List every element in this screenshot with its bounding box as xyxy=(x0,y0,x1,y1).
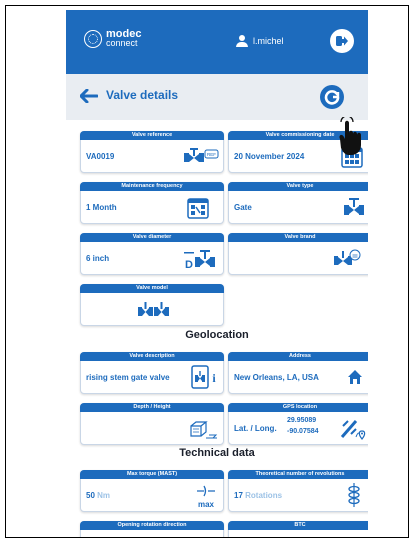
card-label: Valve diameter xyxy=(80,233,224,242)
refresh-button[interactable] xyxy=(320,85,344,109)
app-screen: modec connect l.michel Valve details Val… xyxy=(66,10,368,537)
screenshot-frame: modec connect l.michel Valve details Val… xyxy=(5,5,409,538)
card-label: BTC xyxy=(228,521,368,530)
section-geolocation: Geolocation xyxy=(185,329,249,341)
description-icon: i xyxy=(191,365,216,389)
card-valve-type: Valve type Gate xyxy=(228,182,368,224)
card-value: rising stem gate valve xyxy=(86,373,170,382)
card-value: New Orleans, LA, USA xyxy=(234,373,319,382)
diameter-icon: D xyxy=(184,250,215,271)
logo-mark-icon xyxy=(84,30,102,48)
card-depth-height: Depth / Height xyxy=(80,403,224,445)
card-value: 17 Rotations xyxy=(234,491,282,500)
hand-pointer-icon xyxy=(339,117,361,155)
torque-unit: Nm xyxy=(97,491,111,500)
top-bar: modec connect l.michel xyxy=(66,10,368,74)
card-theoretical-revolutions: Theoretical number of revolutions 17 Rot… xyxy=(228,470,368,512)
ref-badge-text: REF xyxy=(207,152,216,157)
card-label: Valve brand xyxy=(228,233,368,242)
card-value: VA0019 xyxy=(86,152,115,161)
user-menu[interactable]: l.michel xyxy=(236,35,284,47)
valve-ref-icon: REF xyxy=(184,148,219,162)
diameter-badge-text: D xyxy=(185,259,193,271)
card-label: Valve description xyxy=(80,352,224,361)
revolutions-value: 17 xyxy=(234,491,243,500)
max-badge-text: max xyxy=(198,500,215,509)
logout-button[interactable] xyxy=(330,29,354,53)
card-btc: BTC xyxy=(228,521,368,537)
back-arrow-icon[interactable] xyxy=(80,89,98,103)
gps-latitude: 29.95089 xyxy=(287,417,317,424)
card-valve-model: Valve model xyxy=(80,284,224,326)
card-max-torque: Max torque (MAST) 50 Nm max xyxy=(80,470,224,512)
card-label: Depth / Height xyxy=(80,403,224,412)
calendar-repeat-icon xyxy=(187,198,209,219)
card-value: 1 Month xyxy=(86,203,117,212)
section-technical-data: Technical data xyxy=(179,447,255,459)
card-label: Valve reference xyxy=(80,131,224,140)
torque-value: 50 xyxy=(86,491,95,500)
gps-prefix: Lat. / Long. xyxy=(234,424,277,433)
gate-valve-icon xyxy=(344,198,364,215)
revolutions-unit: Rotations xyxy=(245,491,283,500)
card-label: Address xyxy=(228,352,368,361)
username: l.michel xyxy=(253,36,284,46)
card-valve-reference: Valve reference VA0019 REF xyxy=(80,131,224,173)
rotations-icon xyxy=(348,483,360,507)
page-header: Valve details xyxy=(66,74,368,120)
gps-icon xyxy=(340,420,366,440)
logo-line2: connect xyxy=(106,38,138,48)
home-icon xyxy=(348,370,362,384)
card-valve-brand: Valve brand xyxy=(228,233,368,275)
depth-box-icon xyxy=(190,421,218,439)
valve-brand-icon xyxy=(334,249,361,265)
svg-text:i: i xyxy=(212,371,216,385)
valve-model-icon xyxy=(138,302,169,316)
card-gps-location: GPS location Lat. / Long. 29.95089 -90.0… xyxy=(228,403,368,445)
card-opening-rotation-direction: Opening rotation direction xyxy=(80,521,224,537)
card-label: GPS location xyxy=(228,403,368,412)
page-title: Valve details xyxy=(106,88,179,102)
card-valve-description: Valve description rising stem gate valve… xyxy=(80,352,224,394)
user-icon xyxy=(236,35,248,47)
logout-icon xyxy=(336,36,348,46)
card-label: Valve type xyxy=(228,182,368,191)
card-address: Address New Orleans, LA, USA xyxy=(228,352,368,394)
card-label: Theoretical number of revolutions xyxy=(228,470,368,479)
card-valve-diameter: Valve diameter 6 inch D xyxy=(80,233,224,275)
card-value: 6 inch xyxy=(86,254,110,263)
card-label: Max torque (MAST) xyxy=(80,470,224,479)
card-value: Gate xyxy=(234,203,252,212)
card-value: 50 Nm xyxy=(86,491,110,500)
refresh-icon xyxy=(324,90,340,105)
card-value: 20 November 2024 xyxy=(234,152,305,161)
card-label: Valve model xyxy=(80,284,224,293)
card-label: Maintenance frequency xyxy=(80,182,224,191)
gps-longitude: -90.07584 xyxy=(287,428,319,435)
card-maintenance-frequency: Maintenance frequency 1 Month xyxy=(80,182,224,224)
app-logo: modec connect xyxy=(84,29,141,48)
max-torque-icon: max xyxy=(197,485,215,509)
card-label: Opening rotation direction xyxy=(80,521,224,530)
